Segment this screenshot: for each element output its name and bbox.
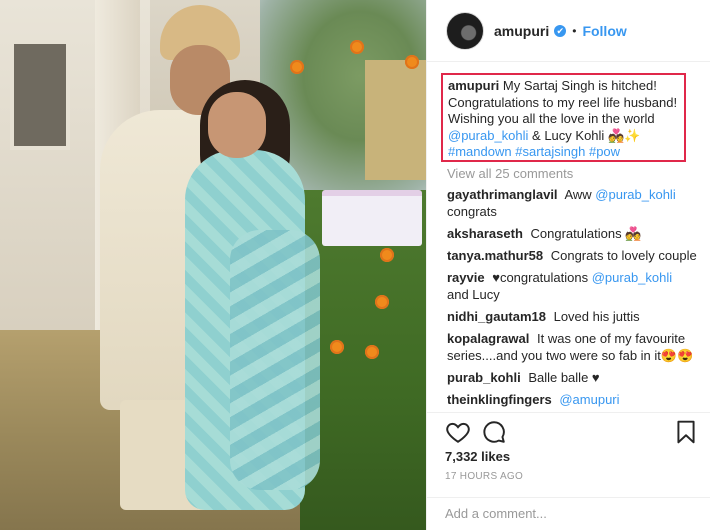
action-bar	[445, 419, 699, 449]
caption-emoji: 💑✨	[607, 127, 641, 143]
comments-list[interactable]: gayathrimanglavil Aww @purab_kohli congr…	[447, 186, 697, 408]
bookmark-icon[interactable]	[673, 419, 699, 445]
caption-username[interactable]: amupuri	[448, 78, 499, 93]
photo-dupatta	[230, 230, 320, 490]
comment-username[interactable]: purab_kohli	[447, 370, 521, 385]
marigold	[380, 248, 394, 262]
comment-text: Congrats to lovely couple	[550, 248, 697, 263]
comment-mention[interactable]: @purab_kohli	[595, 187, 675, 202]
comment-text: Aww	[564, 187, 592, 202]
marigold	[330, 340, 344, 354]
post-actions: 7,332 likes 17 HOURS AGO	[427, 412, 710, 530]
marigold	[350, 40, 364, 54]
comment-text: Loved his juttis	[553, 309, 640, 324]
comment-item: rayvie ♥congratulations @purab_kohli and…	[447, 269, 697, 303]
caption-line-1: My Sartaj Singh is hitched!	[502, 78, 657, 93]
add-comment-input[interactable]	[445, 506, 695, 521]
post-header: amupuri ✔ • Follow	[427, 0, 710, 62]
marigold	[290, 60, 304, 74]
caption-mention[interactable]: @purab_kohli	[448, 128, 528, 143]
caption-line-2: Congratulations to my reel life husband!	[448, 94, 678, 110]
caption-line-3: Wishing you all the love in the world	[448, 111, 655, 127]
comment-username[interactable]: tanya.mathur58	[447, 248, 543, 263]
hashtag-link[interactable]: #sartajsingh	[515, 144, 585, 159]
post-side-panel: amupuri ✔ • Follow amupuri My Sartaj Sin…	[426, 0, 710, 530]
marigold	[375, 295, 389, 309]
comment-username[interactable]: kopalagrawal	[447, 331, 529, 346]
heart-icon[interactable]	[445, 419, 471, 445]
photo-woman-face	[208, 92, 266, 158]
hashtag-link[interactable]: #mandown	[448, 144, 512, 159]
add-comment-bar	[427, 497, 710, 530]
marigold	[405, 55, 419, 69]
comment-username[interactable]: theinklingfingers	[447, 392, 552, 407]
view-all-comments-link[interactable]: View all 25 comments	[447, 166, 573, 181]
verified-badge-icon: ✔	[554, 24, 567, 37]
comment-username[interactable]: nidhi_gautam18	[447, 309, 546, 324]
post-photo[interactable]	[0, 0, 426, 530]
hashtag-link[interactable]: #pow	[589, 144, 620, 159]
comment-icon[interactable]	[481, 419, 507, 445]
photo-window	[10, 40, 70, 150]
post-caption: amupuri My Sartaj Singh is hitched! Cong…	[441, 73, 686, 162]
caption-mention-tail: & Lucy Kohli	[532, 127, 605, 143]
post-timestamp: 17 HOURS AGO	[445, 471, 524, 482]
comment-item: purab_kohli Balle balle ♥	[447, 369, 697, 386]
comment-username[interactable]: rayvie	[447, 270, 485, 285]
comment-text: ♥congratulations	[492, 270, 589, 285]
avatar[interactable]	[446, 11, 484, 50]
comment-username[interactable]: aksharaseth	[447, 226, 523, 241]
likes-count[interactable]: 7,332 likes	[445, 449, 510, 464]
separator-dot: •	[572, 23, 577, 38]
follow-button[interactable]: Follow	[582, 23, 626, 39]
comment-item: theinklingfingers @amupuri @purab_kohli	[447, 391, 697, 408]
header-username[interactable]: amupuri	[494, 23, 549, 39]
comment-item: aksharaseth Congratulations 💑	[447, 225, 697, 242]
comment-item: gayathrimanglavil Aww @purab_kohli congr…	[447, 186, 697, 220]
comment-text: Balle balle ♥	[528, 370, 600, 385]
photo-table	[322, 190, 422, 246]
comment-item: nidhi_gautam18 Loved his juttis	[447, 308, 697, 325]
comment-item: tanya.mathur58 Congrats to lovely couple	[447, 247, 697, 264]
comment-mention[interactable]: @purab_kohli	[592, 270, 672, 285]
photo-building	[365, 60, 426, 180]
marigold	[365, 345, 379, 359]
comment-text: Congratulations 💑	[530, 226, 642, 241]
comment-text-tail: and Lucy	[447, 287, 500, 302]
comment-item: kopalagrawal It was one of my favourite …	[447, 330, 697, 364]
comment-text-tail: congrats	[447, 204, 497, 219]
comment-username[interactable]: gayathrimanglavil	[447, 187, 558, 202]
